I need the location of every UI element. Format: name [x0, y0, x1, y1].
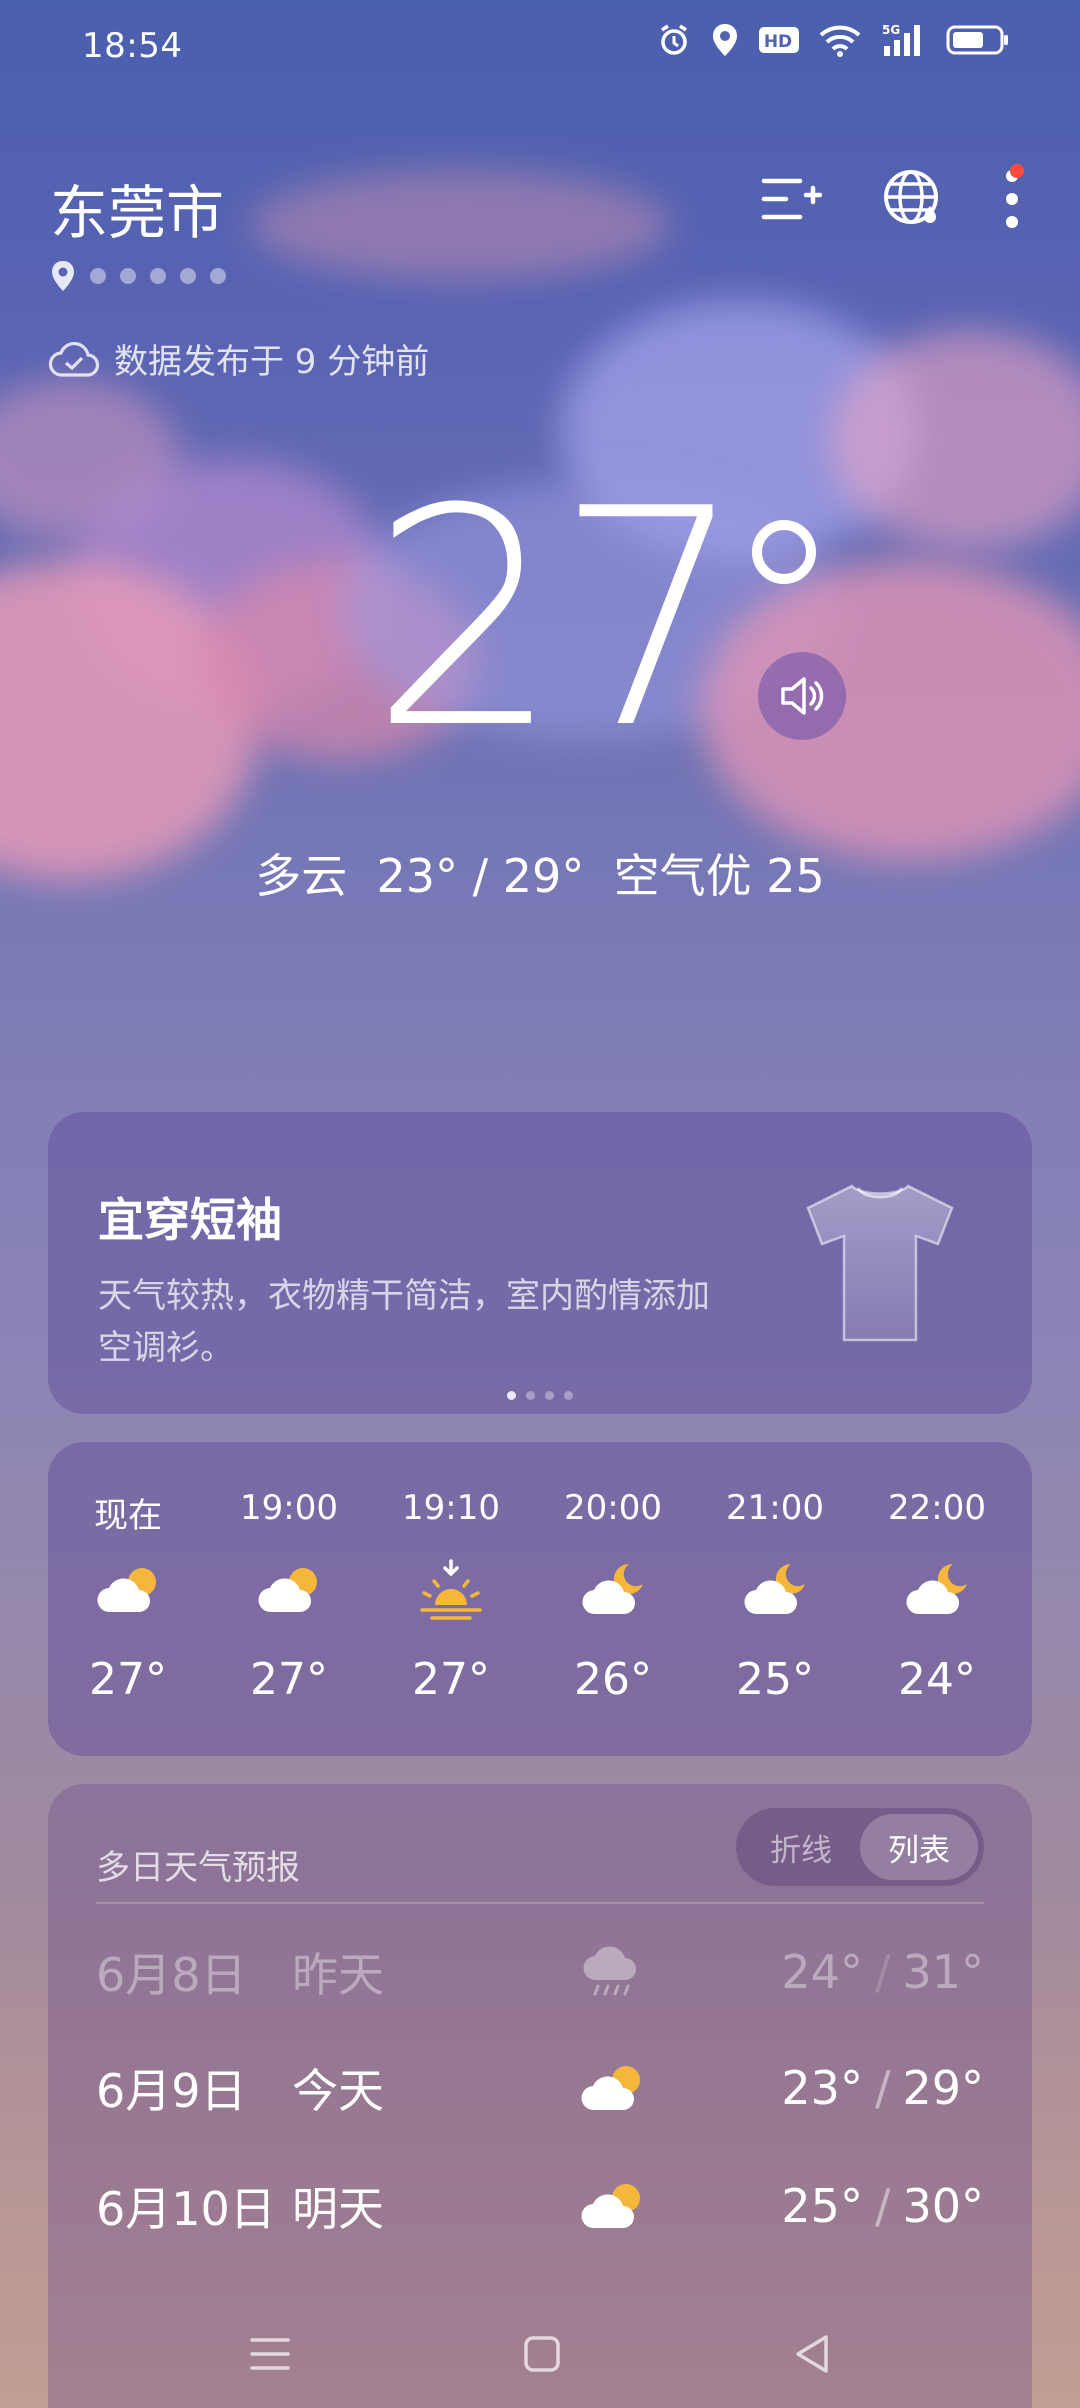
hour-item: 19:10 27°	[402, 1488, 500, 1705]
current-temperature: 27	[370, 445, 746, 794]
partly-cloudy-night-icon	[582, 1563, 643, 1615]
add-city-icon[interactable]	[760, 171, 822, 227]
dressing-pager	[48, 1391, 1032, 1400]
location-pin-icon	[52, 261, 74, 291]
air-quality[interactable]: 空气优 25	[614, 849, 825, 903]
signal-5g-icon: 5G	[882, 23, 920, 56]
temp-range: 23° / 29°	[376, 849, 585, 903]
status-icons: HD 5G	[656, 22, 1010, 58]
forecast-row[interactable]: 6月8日 昨天 24°/31°	[96, 1932, 984, 2012]
publish-info: 数据发布于 9 分钟前	[48, 334, 429, 383]
wifi-icon	[819, 25, 861, 57]
condition-text: 多云	[255, 849, 348, 903]
partly-cloudy-night-icon	[906, 1563, 967, 1615]
hour-item: 21:00 25°	[726, 1488, 824, 1705]
hourly-forecast-card[interactable]: 现在 27° 19:00 27° 19:10 27° 20:00 26° 21:…	[48, 1442, 1032, 1756]
forecast-row[interactable]: 6月10日 明天 25°/30°	[96, 2166, 984, 2246]
hour-item: 20:00 26°	[564, 1488, 662, 1705]
forecast-title: 多日天气预报	[96, 1848, 300, 1888]
tshirt-icon	[806, 1184, 954, 1342]
hour-item: 22:00 24°	[888, 1488, 986, 1705]
rain-icon	[583, 1946, 636, 1996]
location-status-icon	[713, 24, 737, 56]
partly-cloudy-day-icon	[581, 2066, 640, 2111]
sunset-icon	[420, 1559, 482, 1620]
current-summary: 多云 23° / 29° 空气优 25	[0, 840, 1080, 906]
home-icon[interactable]	[522, 2334, 562, 2374]
alarm-icon	[661, 24, 687, 55]
degree-symbol	[752, 520, 816, 584]
city-name[interactable]: 东莞市	[50, 166, 224, 250]
toggle-list[interactable]: 列表	[860, 1814, 978, 1880]
toggle-line-chart[interactable]: 折线	[770, 1825, 832, 1870]
globe-icon[interactable]	[882, 168, 944, 230]
svg-text:5G: 5G	[882, 23, 900, 37]
notification-dot	[1010, 164, 1024, 178]
header-actions	[760, 168, 1020, 230]
hour-item: 现在 27°	[89, 1496, 167, 1705]
view-toggle: 折线 列表	[736, 1808, 984, 1886]
hour-item: 19:00 27°	[240, 1488, 338, 1705]
status-time: 18:54	[82, 26, 183, 66]
voice-broadcast-button[interactable]	[758, 652, 846, 740]
system-nav-bar	[0, 2300, 1080, 2408]
weather-screen: 18:54 HD 5G 东莞市 数据发布于 9 分钟前 27 多云 23° / …	[0, 0, 1080, 2408]
menu-icon[interactable]	[248, 2334, 292, 2374]
battery-icon	[946, 25, 1008, 55]
hd-icon: HD	[759, 27, 799, 53]
back-icon[interactable]	[792, 2333, 832, 2375]
dressing-title: 宜穿短袖	[98, 1193, 282, 1247]
cloud-check-icon	[48, 341, 100, 377]
partly-cloudy-day-icon	[258, 1568, 317, 1613]
publish-text: 数据发布于 9 分钟前	[114, 342, 430, 382]
divider	[96, 1902, 984, 1904]
partly-cloudy-day-icon	[581, 2184, 640, 2229]
speaker-icon	[781, 677, 824, 715]
svg-text:HD: HD	[764, 32, 792, 52]
dressing-card[interactable]: 宜穿短袖 天气较热，衣物精干简洁，室内酌情添加空调衫。	[48, 1112, 1032, 1414]
page-indicator	[50, 260, 226, 292]
forecast-row[interactable]: 6月9日 今天 23°/29°	[96, 2048, 984, 2128]
dressing-description: 天气较热，衣物精干简洁，室内酌情添加空调衫。	[98, 1276, 710, 1368]
partly-cloudy-night-icon	[744, 1563, 805, 1615]
partly-cloudy-day-icon	[97, 1568, 156, 1613]
